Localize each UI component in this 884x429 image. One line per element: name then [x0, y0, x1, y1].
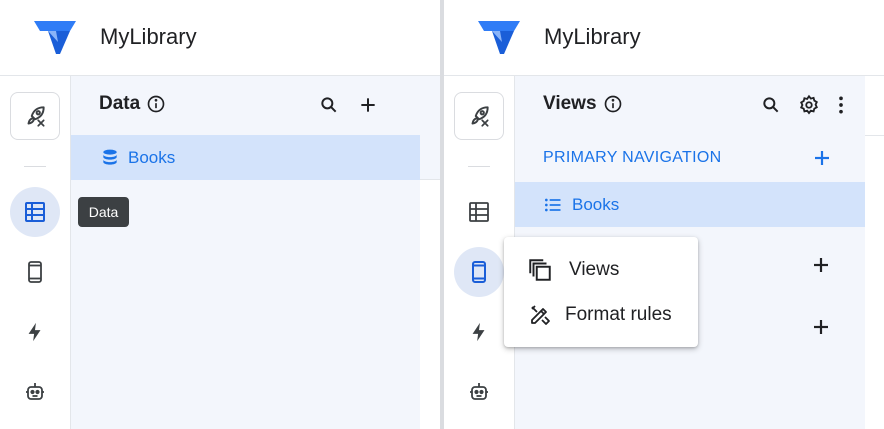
gear-icon — [799, 94, 818, 115]
search-button[interactable] — [317, 93, 341, 117]
data-pane: Data Books — [71, 76, 420, 429]
phone-icon — [28, 261, 42, 283]
rail-data-button[interactable] — [10, 187, 60, 237]
database-icon — [103, 149, 117, 165]
rail-automation-button[interactable] — [454, 307, 504, 357]
search-button[interactable] — [759, 93, 783, 117]
content-edge — [420, 76, 440, 180]
menu-item-views[interactable]: Views — [504, 248, 698, 292]
rail-data-button[interactable] — [454, 187, 504, 237]
add-primary-view-button[interactable] — [810, 146, 834, 170]
menu-item-label: Format rules — [565, 304, 672, 325]
rail-intelligence-button[interactable] — [454, 367, 504, 417]
robot-icon — [26, 383, 44, 400]
data-pane-title: Data — [99, 93, 166, 115]
bolt-icon — [28, 322, 41, 342]
add-format-rule-button[interactable] — [809, 315, 833, 339]
settings-button[interactable] — [797, 93, 821, 117]
copy-icon — [527, 257, 553, 283]
app-header: MyLibrary — [444, 0, 884, 76]
content-edge — [865, 76, 884, 136]
menu-item-format-rules[interactable]: Format rules — [504, 293, 698, 337]
view-item-label: Books — [572, 194, 620, 214]
views-pane-title: Views — [543, 93, 623, 115]
plus-icon — [814, 320, 828, 334]
plus-icon — [814, 258, 828, 272]
rail-automation-button[interactable] — [10, 307, 60, 357]
rail-intelligence-button[interactable] — [10, 367, 60, 417]
rail-views-button[interactable] — [10, 247, 60, 297]
rocket-off-icon — [471, 106, 489, 127]
right-editor-panel: MyLibrary Views PRIMARY NAVIGATION Books — [444, 0, 884, 429]
app-header: MyLibrary — [0, 0, 440, 76]
left-editor-panel: MyLibrary Data Books — [0, 0, 440, 429]
table-item-books[interactable]: Books — [71, 135, 420, 180]
rail-divider — [468, 166, 490, 167]
plus-icon — [815, 151, 829, 165]
app-title: MyLibrary — [100, 24, 197, 49]
rail-views-button[interactable] — [454, 247, 504, 297]
deploy-button[interactable] — [454, 92, 504, 140]
add-secondary-view-button[interactable] — [809, 253, 833, 277]
search-icon — [321, 97, 337, 113]
table-item-label: Books — [128, 147, 176, 167]
info-icon[interactable] — [146, 94, 166, 114]
appsheet-logo-icon — [34, 21, 76, 54]
phone-icon — [472, 261, 486, 283]
more-vert-icon — [839, 96, 843, 114]
data-tooltip: Data — [78, 197, 129, 227]
app-title: MyLibrary — [544, 24, 641, 49]
appsheet-logo-icon — [478, 21, 520, 54]
views-flyout-menu: Views Format rules — [504, 237, 698, 347]
deploy-button[interactable] — [10, 92, 60, 140]
table-icon — [25, 202, 45, 222]
add-table-button[interactable] — [356, 93, 380, 117]
bolt-icon — [472, 322, 485, 342]
search-icon — [763, 97, 779, 113]
plus-icon — [361, 98, 375, 112]
robot-icon — [470, 383, 488, 400]
format-rules-icon — [527, 302, 553, 328]
rail-divider — [24, 166, 46, 167]
view-item-books[interactable]: Books — [515, 182, 865, 227]
menu-item-label: Views — [569, 259, 620, 280]
info-icon[interactable] — [603, 94, 623, 114]
list-icon — [545, 198, 561, 211]
navigation-rail — [0, 76, 71, 429]
table-icon — [469, 202, 489, 222]
more-options-button[interactable] — [829, 93, 853, 117]
primary-navigation-label: PRIMARY NAVIGATION — [543, 149, 722, 166]
rocket-off-icon — [27, 106, 45, 127]
